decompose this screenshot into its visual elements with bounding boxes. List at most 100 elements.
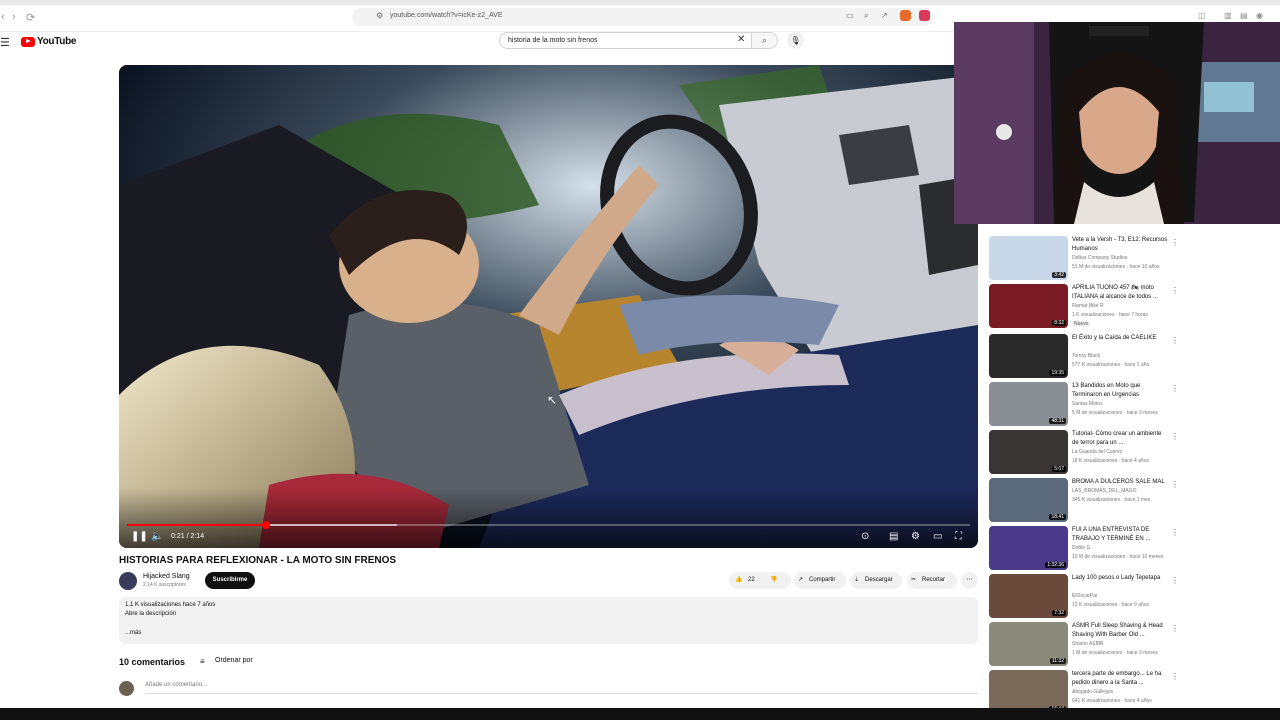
list-item[interactable]: 1:32:36 FUI A UNA ENTREVISTA DE TRABAJO Y… <box>989 526 1280 570</box>
list-item[interactable]: 3:42 Vete a la Versh - T3, E12: Recursos … <box>989 236 1280 280</box>
fullscreen-icon[interactable]: ⛶ <box>955 531 962 542</box>
list-item[interactable]: 11:32 ASMR Full Sleep Shaving & Head Shav… <box>989 622 1280 666</box>
rec-channel[interactable]: La Guarida del Cuervo <box>1072 449 1122 455</box>
pause-icon[interactable]: ❚❚ <box>131 531 148 542</box>
share-icon[interactable]: ↗ <box>881 11 888 20</box>
list-item[interactable]: 7:32 Lady 100 pesos o Lady Tepetapa ElOsca… <box>989 574 1280 618</box>
list-item[interactable]: 8:32 APRILIA TUONO 457 🏍 moto ITALIANA al… <box>989 284 1280 328</box>
rec-title[interactable]: tercera parte de embargo... Le ha pedido… <box>1072 670 1168 688</box>
zoom-icon[interactable]: ⌕ <box>864 11 868 21</box>
video-thumbnail[interactable]: 11:32 <box>989 622 1068 666</box>
chevron-left-icon[interactable]: ‹ <box>1 11 5 23</box>
rec-title[interactable]: Lady 100 pesos o Lady Tepetapa <box>1072 574 1168 583</box>
settings-gear-icon[interactable]: ⚙ <box>911 531 920 542</box>
channel-name[interactable]: Hijacked Slang <box>143 573 190 580</box>
more-vertical-icon[interactable]: ⋮ <box>1171 576 1179 585</box>
duration-badge: 18:41 <box>1049 514 1066 520</box>
list-item[interactable]: 18:41 BROMA A DULCEROS SALE MAL LAS_BROMAS… <box>989 478 1280 522</box>
list-item[interactable]: 5:07 Tutorial- Cómo crear un ambiente de … <box>989 430 1280 474</box>
more-actions-button[interactable]: ⋯ <box>961 572 978 589</box>
description-box[interactable]: 1,1 K visualizaciones hace 7 años Abre l… <box>119 597 978 644</box>
volume-icon[interactable]: 🔈 <box>151 531 163 542</box>
search-button[interactable]: ⌕ <box>752 32 778 49</box>
more-vertical-icon[interactable]: ⋮ <box>1171 672 1179 681</box>
download-button[interactable]: ⇣ Descargar <box>850 572 902 589</box>
more-vertical-icon[interactable]: ⋮ <box>1171 528 1179 537</box>
youtube-logo[interactable]: YouTube <box>21 36 77 47</box>
video-thumbnail[interactable]: 18:41 <box>989 478 1068 522</box>
extension-icon[interactable] <box>919 10 930 21</box>
extensions-icon[interactable]: ◫ <box>1198 11 1206 20</box>
more-vertical-icon[interactable]: ⋮ <box>1171 432 1179 441</box>
list-item[interactable]: 48:31 13 Bandidos en Moto que Terminaron … <box>989 382 1280 426</box>
rec-channel[interactable]: Shamo ASMR <box>1072 641 1103 647</box>
thumbs-up-icon[interactable]: 👍 <box>735 572 742 589</box>
thumbs-down-icon[interactable]: 👎 <box>770 572 777 589</box>
reading-list-icon[interactable]: ▥ <box>1224 11 1232 20</box>
video-thumbnail[interactable]: 8:32 <box>989 284 1068 328</box>
webcam-feed <box>954 22 1280 224</box>
more-vertical-icon[interactable]: ⋮ <box>1171 624 1179 633</box>
site-info-icon[interactable]: ⚙ <box>376 11 383 20</box>
video-thumbnail[interactable]: 1:32:36 <box>989 526 1068 570</box>
close-icon[interactable]: ✕ <box>737 34 745 45</box>
video-thumbnail[interactable]: 48:31 <box>989 382 1068 426</box>
more-vertical-icon[interactable]: ⋮ <box>1171 384 1179 393</box>
rec-channel[interactable]: Santas Motos <box>1072 401 1103 407</box>
more-vertical-icon[interactable]: ⋮ <box>1171 238 1179 247</box>
video-thumbnail[interactable]: 5:07 <box>989 430 1068 474</box>
like-count[interactable]: 22 <box>748 572 755 589</box>
sidebar-icon[interactable]: ▤ <box>1240 11 1248 20</box>
rec-channel[interactable]: ElOscarPai <box>1072 593 1097 599</box>
rec-channel[interactable]: LAS_BROMAS_DEL_MAGO <box>1072 488 1136 494</box>
mic-icon[interactable]: 🎙 <box>787 32 804 49</box>
url-text[interactable]: youtube.com/watch?v=icKe-z2_AVE <box>390 12 503 19</box>
list-item[interactable]: 19:35 El Éxito y la Caída de CAELIKE Tomsy… <box>989 334 1280 378</box>
rec-channel[interactable]: Delkar Company Studios <box>1072 255 1127 261</box>
sort-button[interactable]: Ordenar por <box>215 657 253 664</box>
more-vertical-icon[interactable]: ⋮ <box>1171 286 1179 295</box>
duration-badge: 3:42 <box>1052 272 1066 278</box>
search-input-value[interactable]: historia de la moto sin frenos <box>508 37 598 44</box>
more-vertical-icon[interactable]: ⋮ <box>1171 336 1179 345</box>
profile-icon[interactable]: ◉ <box>1256 11 1263 20</box>
share-button[interactable]: ↗ Compartir <box>794 572 846 589</box>
clip-button[interactable]: ✂ Recortar <box>907 572 957 589</box>
rec-title[interactable]: 13 Bandidos en Moto que Terminaron en Ur… <box>1072 382 1168 400</box>
time-display: 0:21 / 2:14 <box>171 533 205 540</box>
chevron-right-icon[interactable]: › <box>12 11 16 23</box>
more-vertical-icon[interactable]: ⋮ <box>1171 480 1179 489</box>
theater-mode-icon[interactable]: ▭ <box>933 531 942 542</box>
rec-channel[interactable]: Abogado Gallegos <box>1072 689 1113 695</box>
rec-channel[interactable]: Tomsy Black <box>1072 353 1100 359</box>
subtitles-icon[interactable]: ▤ <box>889 531 898 542</box>
video-player[interactable]: ❚❚ 🔈 0:21 / 2:14 ⊙ ▤ ⚙ ▭ ⛶ ↖ <box>119 65 978 548</box>
rec-title[interactable]: BROMA A DULCEROS SALE MAL <box>1072 478 1168 487</box>
show-more-link[interactable]: ...más <box>125 630 141 636</box>
autoplay-toggle-icon[interactable]: ⊙ <box>861 531 869 542</box>
comment-input[interactable]: Añade un comentario... <box>145 680 978 694</box>
rec-title[interactable]: Tutorial- Cómo crear un ambiente de terr… <box>1072 430 1168 448</box>
rec-title[interactable]: Vete a la Versh - T3, E12: Recursos Huma… <box>1072 236 1168 254</box>
youtube-logo-icon <box>21 36 35 47</box>
sort-icon[interactable]: ≡ <box>200 657 205 666</box>
rec-channel[interactable]: Flamar Bike R <box>1072 303 1104 309</box>
subscribe-button[interactable]: Suscribirme <box>205 572 255 589</box>
menu-icon[interactable]: ☰ <box>0 36 10 49</box>
video-thumbnail[interactable]: 3:42 <box>989 236 1068 280</box>
video-thumbnail[interactable]: 19:35 <box>989 334 1068 378</box>
rec-title[interactable]: ASMR Full Sleep Shaving & Head Shaving W… <box>1072 622 1168 640</box>
extension-icon[interactable] <box>900 10 911 21</box>
video-thumbnail[interactable]: 7:32 <box>989 574 1068 618</box>
rec-title[interactable]: El Éxito y la Caída de CAELIKE <box>1072 334 1168 343</box>
comments-count: 10 comentarios <box>119 657 186 667</box>
install-icon[interactable]: ▭ <box>846 11 854 20</box>
rec-channel[interactable]: Doble G <box>1072 545 1090 551</box>
progress-bar[interactable] <box>127 521 970 529</box>
rec-title[interactable]: FUI A UNA ENTREVISTA DE TRABAJO Y TERMIN… <box>1072 526 1168 544</box>
reload-icon[interactable]: ⟳ <box>26 11 35 24</box>
share-label: Compartir <box>809 577 836 583</box>
channel-avatar[interactable] <box>119 572 137 590</box>
rec-meta: 1 M de visualizaciones · hace 3 meses <box>1072 650 1158 656</box>
rec-title[interactable]: APRILIA TUONO 457 🏍 moto ITALIANA al alc… <box>1072 284 1168 302</box>
